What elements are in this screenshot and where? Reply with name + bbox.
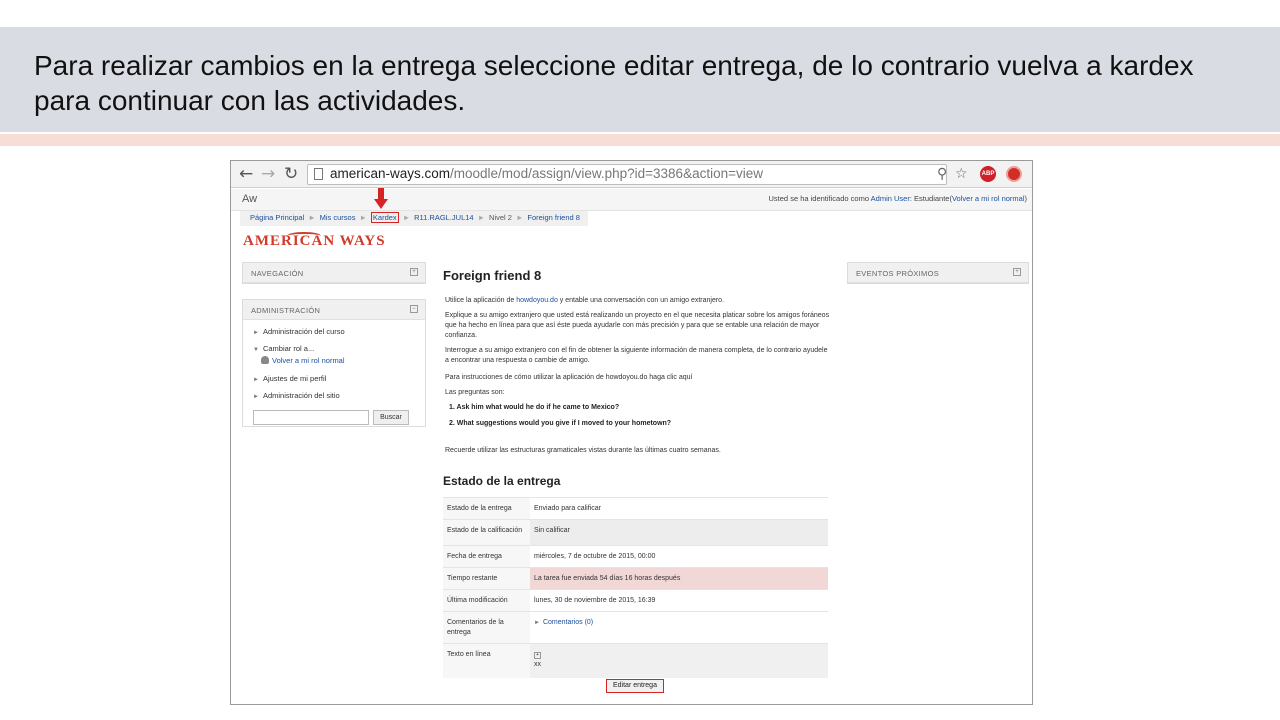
assignment-paragraph-1: Utilice la aplicación de howdoyou.do y e… — [445, 297, 725, 304]
table-row: Comentarios de la entrega ► Comentarios (… — [443, 611, 828, 644]
extension-icon[interactable] — [1006, 166, 1022, 182]
search-button[interactable]: Buscar — [373, 410, 409, 425]
reload-icon[interactable]: ↻ — [284, 164, 298, 184]
administration-block: ADMINISTRACIÓN − ► Administración del cur… — [242, 299, 426, 427]
assignment-paragraph-3: Interrogue a su amigo extranjero con el … — [445, 347, 828, 364]
comments-link[interactable]: Comentarios (0) — [543, 619, 593, 626]
edit-submission-button[interactable]: Editar entrega — [606, 679, 664, 693]
breadcrumb-separator-icon: ► — [359, 213, 367, 222]
administration-block-header[interactable]: ADMINISTRACIÓN − — [243, 300, 425, 320]
menu-course-admin[interactable]: ► Administración del curso — [253, 327, 345, 336]
status-label: Tiempo restante — [443, 567, 530, 590]
table-row: Tiempo restante La tarea fue enviada 54 … — [443, 567, 828, 590]
expand-triangle-icon: ► — [253, 330, 259, 336]
table-row: Estado de la calificación Sin calificar — [443, 519, 828, 546]
expand-triangle-icon: ► — [534, 620, 540, 626]
status-value: miércoles, 7 de octubre de 2015, 00:00 — [530, 545, 828, 568]
comments-cell[interactable]: ► Comentarios (0) — [530, 611, 828, 644]
status-label: Última modificación — [443, 589, 530, 612]
breadcrumb-my-courses[interactable]: Mis cursos — [320, 213, 356, 222]
browser-screenshot: ← → ↻ american-ways.com/moodle/mod/assig… — [230, 160, 1033, 705]
address-bar[interactable]: american-ways.com/moodle/mod/assign/view… — [307, 164, 947, 185]
expand-triangle-icon: ► — [253, 394, 259, 400]
howdoyou-link[interactable]: howdoyou.do — [516, 297, 558, 304]
logo-swoosh — [287, 232, 321, 240]
assignment-title: Foreign friend 8 — [443, 268, 542, 283]
table-row: Estado de la entrega Enviado para califi… — [443, 497, 828, 520]
breadcrumb-separator-icon: ► — [477, 213, 486, 222]
breadcrumb-home[interactable]: Página Principal — [250, 213, 304, 222]
url-text: american-ways.com/moodle/mod/assign/view… — [330, 166, 763, 181]
breadcrumb-activity[interactable]: Foreign friend 8 — [527, 213, 580, 222]
question-1: 1. Ask him what would he do if he came t… — [449, 404, 620, 411]
status-label: Fecha de entrega — [443, 545, 530, 568]
submission-status-heading: Estado de la entrega — [443, 474, 561, 488]
submission-status-table: Estado de la entrega Enviado para califi… — [443, 497, 828, 678]
breadcrumb-separator-icon: ► — [402, 213, 411, 222]
status-value: lunes, 30 de noviembre de 2015, 16:39 — [530, 589, 828, 612]
collapse-icon[interactable]: − — [410, 305, 418, 313]
question-2: 2. What suggestions would you give if I … — [449, 420, 672, 427]
status-label: Estado de la entrega — [443, 497, 530, 520]
zoom-icon[interactable]: ⚲ — [937, 166, 947, 182]
status-value: Enviado para calificar — [530, 497, 828, 520]
adblock-icon[interactable]: ABP — [980, 166, 996, 182]
login-info: Usted se ha identificado como Admin User… — [768, 194, 1027, 203]
back-arrow-icon[interactable]: ← — [239, 164, 253, 184]
collapse-triangle-icon: ▼ — [253, 347, 259, 353]
assignment-paragraph-2: Explique a su amigo extranjero que usted… — [445, 312, 830, 339]
assignment-paragraph-4[interactable]: Para instrucciones de cómo utilizar la a… — [445, 373, 830, 383]
breadcrumb-course[interactable]: R11.RAGL.JUL14 — [414, 213, 473, 222]
online-text-value: xx — [534, 661, 541, 668]
table-row: Última modificación lunes, 30 de noviemb… — [443, 589, 828, 612]
slide-header-underline — [0, 134, 1280, 146]
breadcrumb-level: Nivel 2 — [489, 213, 512, 222]
assignment-paragraph-6: Recuerde utilizar las estructuras gramat… — [445, 447, 721, 454]
breadcrumb-kardex[interactable]: Kardex — [370, 212, 399, 223]
upcoming-events-block: EVENTOS PRÓXIMOS + — [847, 262, 1029, 284]
status-label: Texto en línea — [443, 643, 530, 678]
expand-triangle-icon: ► — [253, 377, 259, 383]
navigation-block: NAVEGACIÓN + — [242, 262, 426, 284]
expand-box-icon[interactable]: + — [534, 652, 541, 659]
status-label: Comentarios de la entrega — [443, 611, 530, 644]
status-value: Sin calificar — [530, 519, 828, 546]
events-block-title: EVENTOS PRÓXIMOS — [856, 269, 940, 278]
collapse-icon[interactable]: + — [1013, 268, 1021, 276]
bookmark-star-icon[interactable]: ☆ — [955, 166, 968, 182]
menu-profile-settings[interactable]: ► Ajustes de mi perfil — [253, 374, 326, 383]
back-to-role-link[interactable]: Volver a mi rol normal — [952, 194, 1025, 203]
status-value: La tarea fue enviada 54 días 16 horas de… — [530, 567, 828, 590]
site-short-name[interactable]: Aw — [242, 193, 257, 205]
user-icon — [261, 356, 269, 364]
admin-search-input[interactable] — [253, 410, 369, 425]
table-row: Texto en línea + xx — [443, 643, 828, 678]
breadcrumb: Página Principal ► Mis cursos ► Kardex ► R11.R… — [240, 211, 588, 226]
red-arrow-icon — [374, 188, 388, 209]
administration-block-title: ADMINISTRACIÓN — [251, 306, 321, 315]
collapse-icon[interactable]: + — [410, 268, 418, 276]
menu-site-admin[interactable]: ► Administración del sitio — [253, 391, 340, 400]
forward-arrow-icon[interactable]: → — [261, 164, 275, 184]
breadcrumb-separator-icon: ► — [308, 213, 316, 222]
page-icon — [314, 168, 323, 180]
user-link[interactable]: Admin User — [871, 194, 910, 203]
status-label: Estado de la calificación — [443, 519, 530, 546]
navigation-block-title: NAVEGACIÓN — [251, 269, 304, 278]
events-block-header[interactable]: EVENTOS PRÓXIMOS + — [848, 263, 1028, 283]
online-text-cell: + xx — [530, 643, 828, 678]
menu-back-normal-role[interactable]: Volver a mi rol normal — [261, 356, 345, 365]
assignment-paragraph-5: Las preguntas son: — [445, 389, 505, 396]
slide-title: Para realizar cambios en la entrega sele… — [34, 50, 1194, 116]
table-row: Fecha de entrega miércoles, 7 de octubre… — [443, 545, 828, 568]
navigation-block-header[interactable]: NAVEGACIÓN + — [243, 263, 425, 283]
browser-toolbar: ← → ↻ american-ways.com/moodle/mod/assig… — [231, 161, 1032, 188]
menu-change-role[interactable]: ▼ Cambiar rol a... — [253, 344, 314, 353]
breadcrumb-separator-icon: ► — [515, 213, 524, 222]
moodle-top-bar: Aw Usted se ha identificado como Admin U… — [231, 189, 1032, 211]
